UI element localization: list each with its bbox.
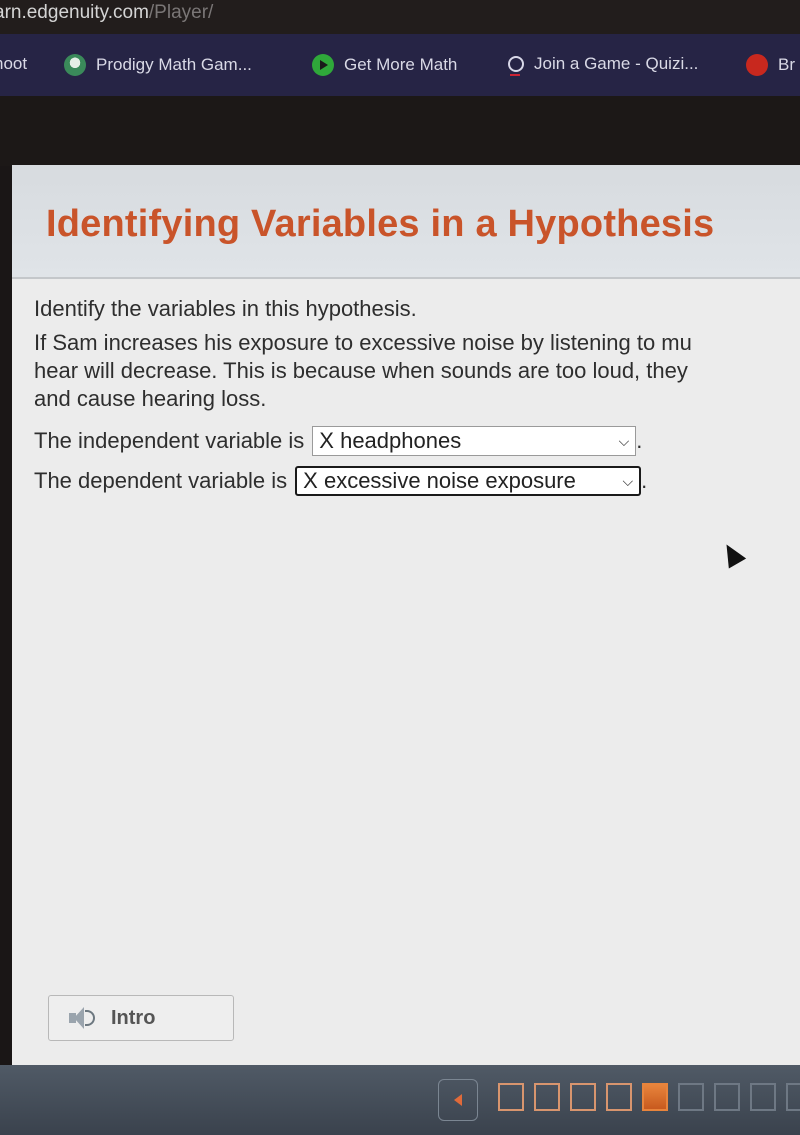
lesson-panel: Identifying Variables in a Hypothesis Id…	[12, 165, 800, 1065]
mouse-cursor-icon	[717, 539, 747, 569]
independent-variable-row: The independent variable is X headphones…	[34, 421, 800, 461]
period: .	[641, 468, 648, 493]
dependent-variable-selected: X excessive noise exposure	[303, 468, 576, 493]
page-indicators	[498, 1083, 800, 1111]
lesson-title: Identifying Variables in a Hypothesis	[46, 203, 715, 245]
page-indicator-3[interactable]	[570, 1083, 596, 1111]
bookmark-label: Get More Math	[344, 55, 458, 74]
bookmark-label: Join a Game - Quizi...	[534, 54, 699, 73]
hypothesis-line-1: If Sam increases his exposure to excessi…	[34, 330, 692, 355]
navigation-footer	[0, 1065, 800, 1135]
hypothesis-line-2: hear will decrease. This is because when…	[34, 358, 688, 383]
bookmark-label: Br	[778, 55, 795, 74]
dependent-variable-label: The dependent variable is	[34, 468, 288, 493]
url-text[interactable]: arn.edgenuity.com/Player/	[0, 2, 213, 24]
bookmark-prodigy[interactable]: Prodigy Math Gam...	[64, 54, 252, 76]
dependent-variable-dropdown[interactable]: X excessive noise exposure ⌵	[295, 466, 642, 496]
bookmark-get-more-math[interactable]: Get More Math	[312, 54, 457, 76]
page-indicator-4[interactable]	[606, 1083, 632, 1111]
page-indicator-8[interactable]	[750, 1083, 776, 1111]
intro-label: Intro	[111, 1006, 156, 1029]
url-host: arn.edgenuity.com	[0, 2, 149, 23]
question-prompt: Identify the variables in this hypothesi…	[34, 296, 417, 321]
bookmark-kahoot[interactable]: hoot	[0, 54, 27, 74]
page-indicator-7[interactable]	[714, 1083, 740, 1111]
chevron-down-icon: ⌵	[622, 472, 634, 489]
address-bar[interactable]: arn.edgenuity.com/Player/	[0, 0, 800, 34]
brainpop-icon	[746, 54, 768, 76]
bookmarks-bar: hoot Prodigy Math Gam... Get More Math J…	[0, 34, 800, 96]
question-content: Identify the variables in this hypothesi…	[34, 295, 800, 501]
prodigy-icon	[64, 54, 86, 76]
page-indicator-2[interactable]	[534, 1083, 560, 1111]
page-indicator-9[interactable]	[786, 1083, 800, 1111]
play-icon	[312, 54, 334, 76]
bookmark-label: hoot	[0, 54, 28, 73]
quizizz-icon	[508, 56, 524, 76]
bookmark-quizizz[interactable]: Join a Game - Quizi...	[508, 54, 699, 76]
previous-button[interactable]	[438, 1079, 478, 1121]
independent-variable-label: The independent variable is	[34, 428, 305, 453]
page-top-margin	[0, 96, 800, 166]
lesson-header: Identifying Variables in a Hypothesis	[12, 165, 800, 279]
period: .	[636, 428, 643, 453]
hypothesis-line-3: and cause hearing loss.	[34, 386, 267, 411]
dependent-variable-row: The dependent variable is X excessive no…	[34, 461, 800, 501]
chevron-down-icon: ⌵	[618, 432, 630, 449]
page-indicator-5-current[interactable]	[642, 1083, 668, 1111]
bookmark-brainpop[interactable]: Br	[746, 54, 795, 76]
independent-variable-selected: X headphones	[319, 428, 462, 453]
bookmark-label: Prodigy Math Gam...	[96, 55, 252, 74]
page-indicator-1[interactable]	[498, 1083, 524, 1111]
page-indicator-6[interactable]	[678, 1083, 704, 1111]
url-path: /Player/	[148, 2, 214, 23]
intro-audio-button[interactable]: Intro	[48, 995, 234, 1041]
speaker-icon	[69, 1005, 95, 1031]
independent-variable-dropdown[interactable]: X headphones ⌵	[312, 426, 637, 456]
